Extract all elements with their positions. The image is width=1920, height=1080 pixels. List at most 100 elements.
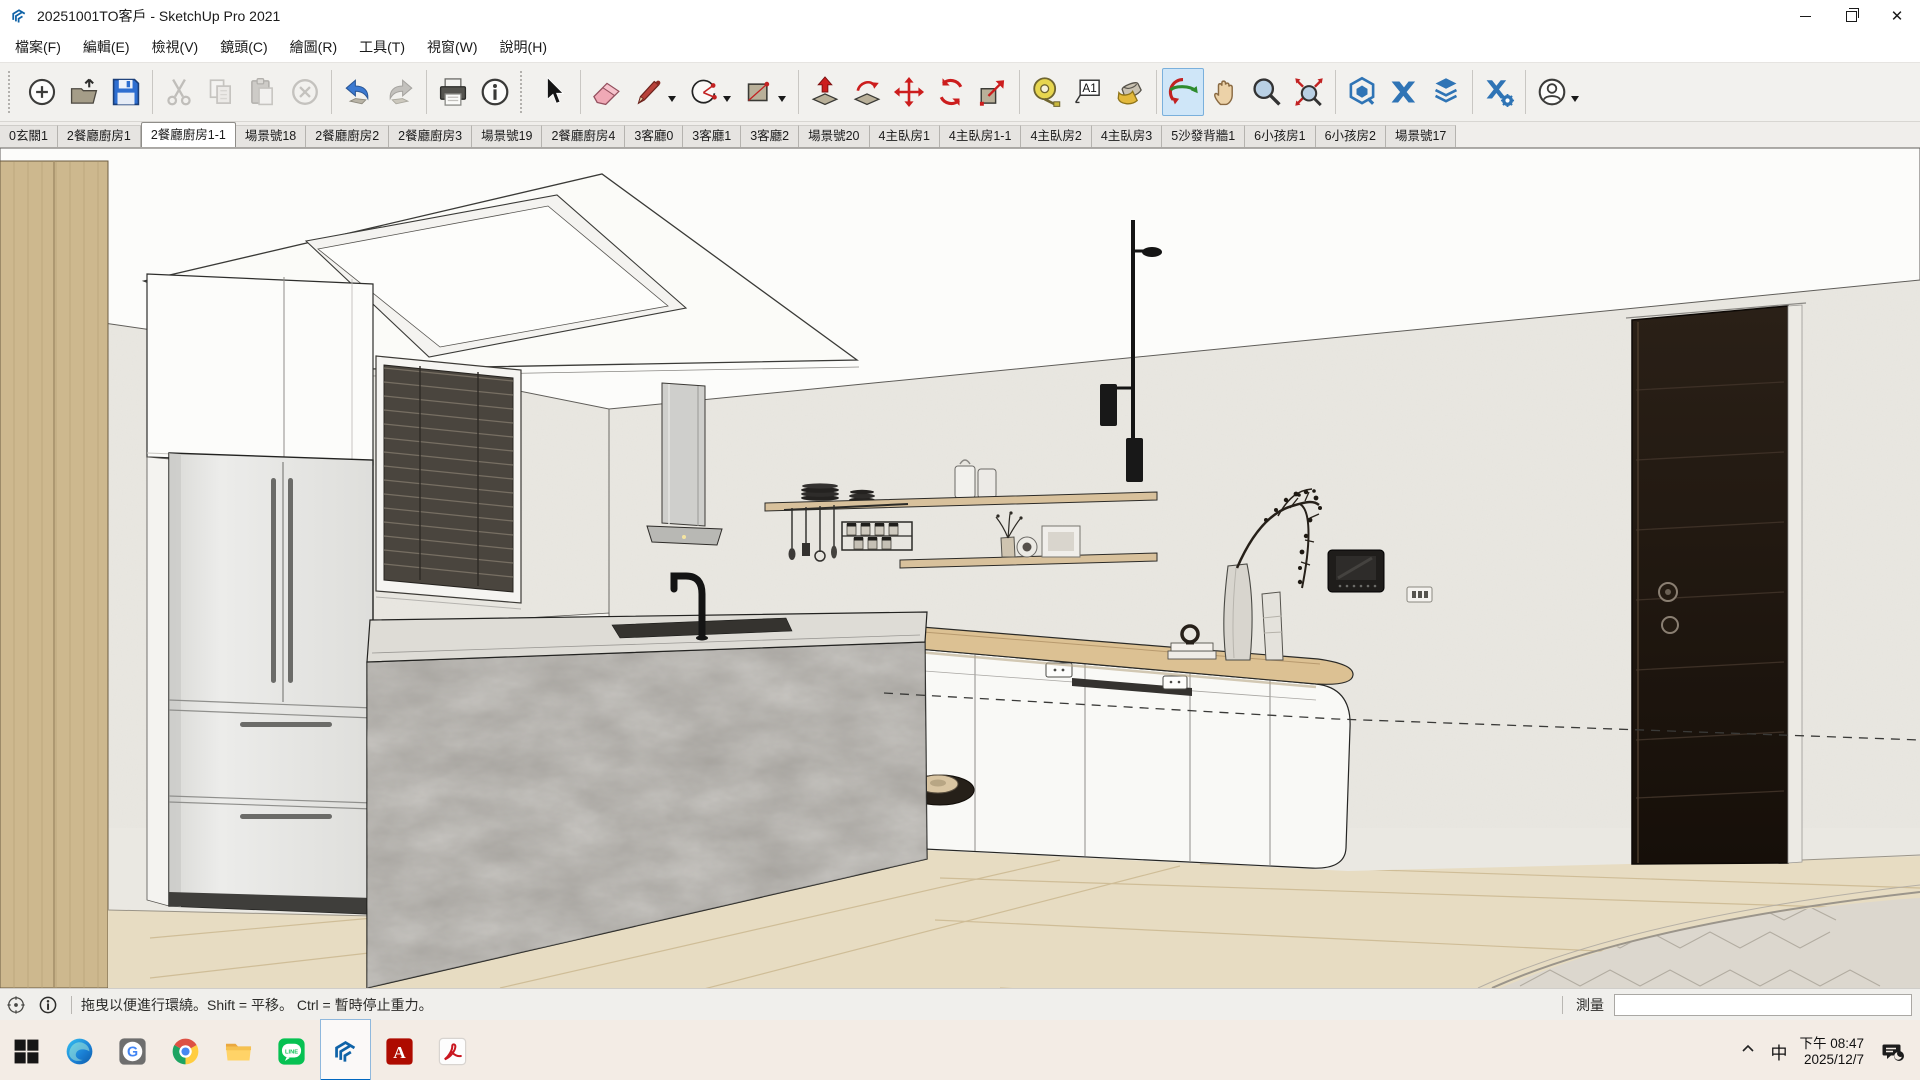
scene-tab-2餐廳廚房1-1[interactable]: 2餐廳廚房1-1 [141, 122, 236, 147]
scale-button[interactable] [972, 68, 1014, 116]
taskbar-start-button[interactable] [2, 1020, 51, 1080]
scene-tab-2餐廳廚房1[interactable]: 2餐廳廚房1 [58, 125, 141, 147]
scene-tab-5沙發背牆1[interactable]: 5沙發背牆1 [1162, 125, 1245, 147]
minimize-button[interactable] [1782, 0, 1828, 32]
rectangle-button[interactable] [738, 68, 793, 116]
scene-tab-3客廳2[interactable]: 3客廳2 [741, 125, 799, 147]
scene-tab-3客廳0[interactable]: 3客廳0 [625, 125, 683, 147]
restore-button[interactable] [1828, 0, 1874, 32]
scene-tab-6小孩房1[interactable]: 6小孩房1 [1245, 125, 1315, 147]
scene-tab-6小孩房2[interactable]: 6小孩房2 [1316, 125, 1386, 147]
geolocation-icon[interactable] [5, 994, 27, 1016]
line-button[interactable] [628, 68, 683, 116]
tray-overflow-chevron-icon[interactable] [1740, 1041, 1756, 1062]
dropdown-caret-icon[interactable] [723, 96, 731, 102]
new-button[interactable] [21, 68, 63, 116]
follow-me-button[interactable] [846, 68, 888, 116]
scene-tab-3客廳1[interactable]: 3客廳1 [683, 125, 741, 147]
pan-button[interactable] [1204, 68, 1246, 116]
ime-indicator[interactable]: 中 [1770, 1039, 1787, 1064]
account-button[interactable] [1531, 68, 1586, 116]
viewport-canvas[interactable] [0, 148, 1920, 988]
menu-item-4[interactable]: 繪圖(R) [279, 32, 348, 62]
scene-tab-0玄關1[interactable]: 0玄關1 [0, 125, 58, 147]
scene-tab-2餐廳廚房4[interactable]: 2餐廳廚房4 [542, 125, 625, 147]
save-button[interactable] [105, 68, 147, 116]
info-icon[interactable] [37, 994, 59, 1016]
menu-item-3[interactable]: 鏡頭(C) [209, 32, 278, 62]
dropdown-caret-icon[interactable] [668, 96, 676, 102]
taskbar-edge-button[interactable] [55, 1020, 104, 1080]
paint-bucket-button[interactable] [1109, 68, 1151, 116]
dropdown-caret-icon[interactable] [1571, 96, 1579, 102]
menu-item-0[interactable]: 檔案(F) [4, 32, 72, 62]
taskbar-adobe-acrobat-button[interactable]: A [375, 1020, 424, 1080]
tape-measure-button[interactable] [1025, 68, 1067, 116]
scene-tab-2餐廳廚房3[interactable]: 2餐廳廚房3 [389, 125, 472, 147]
scene-tab-4主臥房3[interactable]: 4主臥房3 [1092, 125, 1162, 147]
scene-tabs-bar: 0玄關12餐廳廚房12餐廳廚房1-1場景號182餐廳廚房22餐廳廚房3場景號19… [0, 122, 1920, 148]
acrobat-reader-icon [437, 1036, 468, 1067]
menu-item-6[interactable]: 視窗(W) [416, 32, 489, 62]
menu-item-5[interactable]: 工具(T) [348, 32, 416, 62]
menu-item-7[interactable]: 說明(H) [489, 32, 558, 62]
adobe-acrobat-icon: A [384, 1036, 415, 1067]
text-button[interactable]: A1 [1067, 68, 1109, 116]
dropdown-caret-icon[interactable] [778, 96, 786, 102]
arc-button[interactable] [683, 68, 738, 116]
toolbar-separator [1156, 70, 1157, 114]
clock-time: 下午 08:47 [1799, 1036, 1864, 1051]
extension-manager-icon [1482, 75, 1516, 109]
orbit-button[interactable] [1162, 68, 1204, 116]
scene-tab-場景號19[interactable]: 場景號19 [472, 125, 542, 147]
components-button[interactable] [1425, 68, 1467, 116]
toolbar-separator [1335, 70, 1336, 114]
scene-tab-2餐廳廚房2[interactable]: 2餐廳廚房2 [306, 125, 389, 147]
extension-warehouse-icon [1387, 75, 1421, 109]
scene-tab-場景號20[interactable]: 場景號20 [799, 125, 869, 147]
menu-item-1[interactable]: 編輯(E) [72, 32, 141, 62]
zoom-extents-button[interactable] [1288, 68, 1330, 116]
toolbar: A1 [0, 63, 1920, 122]
eraser-button[interactable] [586, 68, 628, 116]
move-button[interactable] [888, 68, 930, 116]
zoom-button[interactable] [1246, 68, 1288, 116]
undo-button[interactable] [337, 68, 379, 116]
copy-button [200, 68, 242, 116]
rectangle-icon [742, 75, 776, 109]
scene-tab-場景號17[interactable]: 場景號17 [1386, 125, 1456, 147]
rotate-button[interactable] [930, 68, 972, 116]
toolbar-drag-handle [520, 71, 529, 113]
scene-tab-4主臥房1-1[interactable]: 4主臥房1-1 [940, 125, 1022, 147]
taskbar-sketchup-button[interactable] [320, 1019, 371, 1080]
print-button[interactable] [432, 68, 474, 116]
google-icon: G [117, 1036, 148, 1067]
open-button[interactable] [63, 68, 105, 116]
start-icon [11, 1036, 42, 1067]
clock[interactable]: 下午 08:47 2025/12/7 [1799, 1036, 1864, 1068]
model-info-button[interactable] [474, 68, 516, 116]
taskbar-google-button[interactable]: G [108, 1020, 157, 1080]
measurements-label: 測量 [1576, 995, 1604, 1015]
scene-tab-4主臥房1[interactable]: 4主臥房1 [870, 125, 940, 147]
components-icon [1429, 75, 1463, 109]
move-icon [892, 75, 926, 109]
taskbar-acrobat-reader-button[interactable] [428, 1020, 477, 1080]
taskbar-file-explorer-button[interactable] [214, 1020, 263, 1080]
scene-tab-4主臥房2[interactable]: 4主臥房2 [1021, 125, 1091, 147]
extension-manager-button[interactable] [1478, 68, 1520, 116]
push-pull-button[interactable] [804, 68, 846, 116]
extension-warehouse-button[interactable] [1383, 68, 1425, 116]
3d-warehouse-button[interactable] [1341, 68, 1383, 116]
svg-text:G: G [127, 1045, 138, 1061]
close-button[interactable]: ✕ [1874, 0, 1920, 32]
measurements-input[interactable] [1614, 994, 1912, 1016]
select-button[interactable] [533, 68, 575, 116]
taskbar-line-app-button[interactable]: LINE [267, 1020, 316, 1080]
notification-center-icon[interactable] [1880, 1039, 1906, 1065]
zoom-icon [1250, 75, 1284, 109]
status-hint: 拖曳以便進行環繞。Shift = 平移。 Ctrl = 暫時停止重力。 [81, 995, 433, 1015]
scene-tab-場景號18[interactable]: 場景號18 [236, 125, 306, 147]
menu-item-2[interactable]: 檢視(V) [141, 32, 210, 62]
taskbar-chrome-button[interactable] [161, 1020, 210, 1080]
